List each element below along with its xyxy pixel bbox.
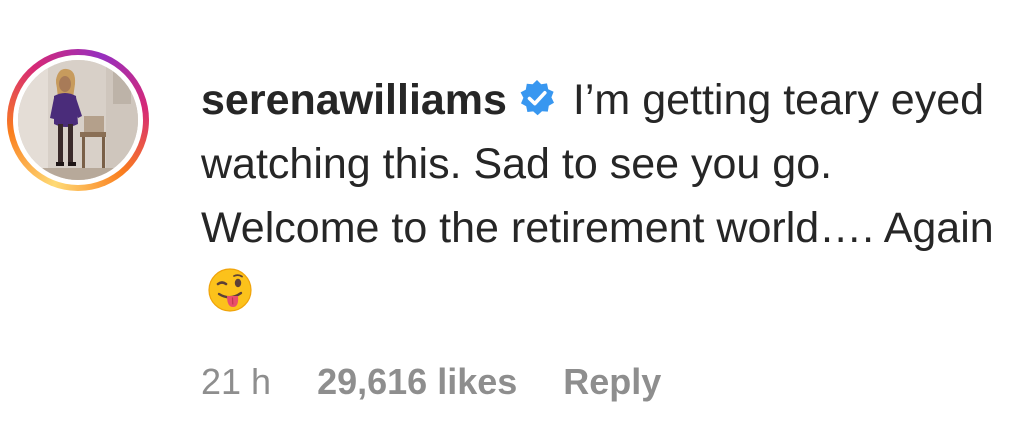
comment-meta: 21 h 29,616 likes Reply (201, 360, 661, 404)
username-link[interactable]: serenawilliams (201, 76, 507, 124)
verified-badge-icon (517, 72, 557, 116)
comment-timestamp: 21 h (201, 361, 272, 402)
avatar[interactable] (18, 60, 138, 180)
comment: serenawilliams I’m getting teary eyed wa… (0, 0, 1024, 448)
avatar-photo (18, 60, 138, 180)
reply-button[interactable]: Reply (563, 361, 661, 403)
comment-body: serenawilliams I’m getting teary eyed wa… (201, 68, 1011, 324)
winking-face-with-tongue-icon (207, 267, 253, 313)
story-ring[interactable] (7, 49, 149, 191)
likes-count-link[interactable]: 29,616 likes (317, 361, 517, 403)
